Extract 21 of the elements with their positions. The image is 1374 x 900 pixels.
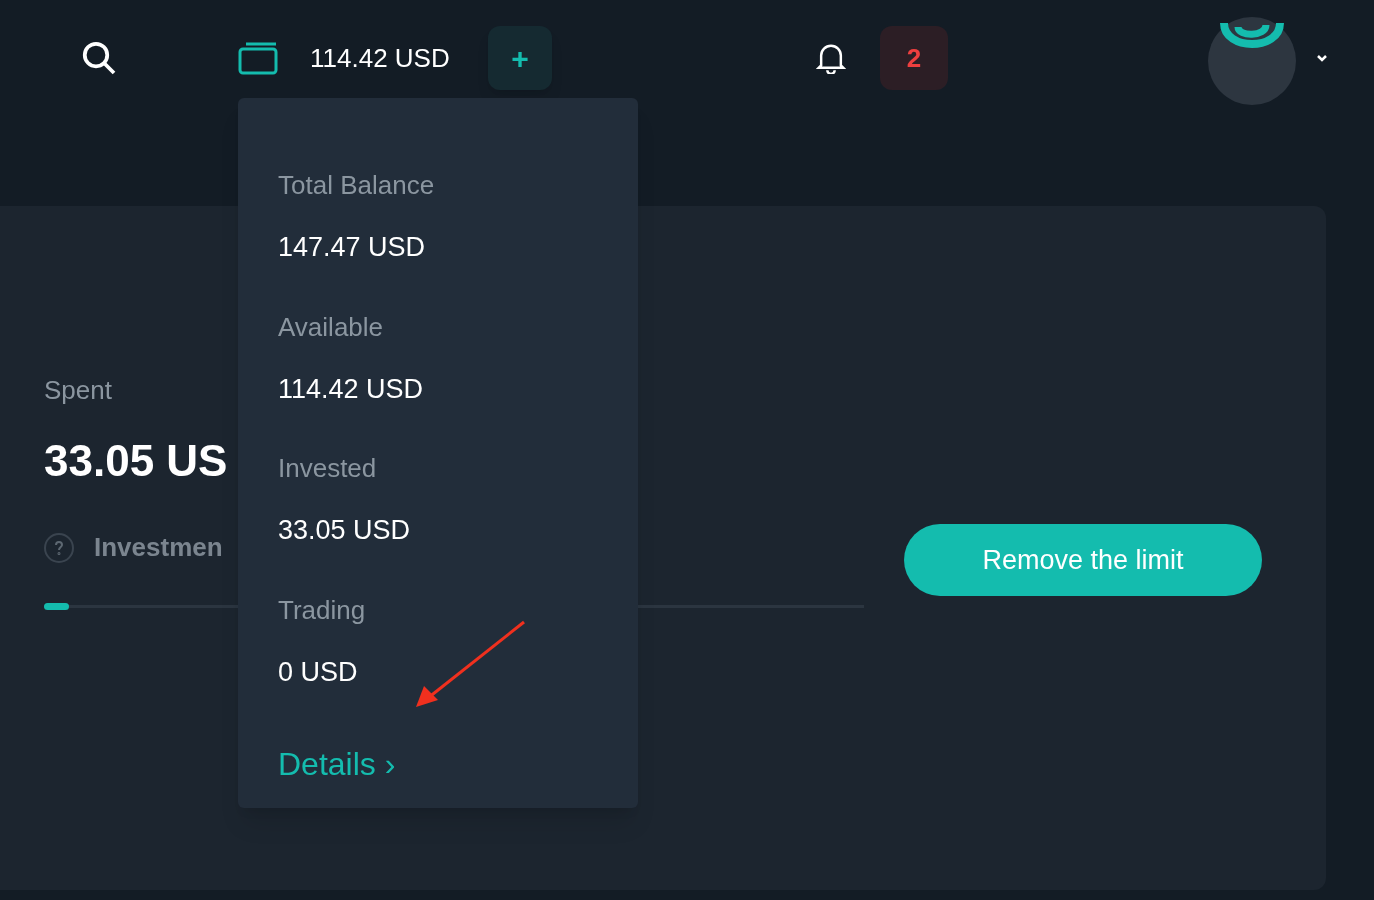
- balance-value: 147.47 USD: [278, 231, 426, 264]
- balance-value: 114.42 USD: [278, 372, 424, 406]
- wallet-icon[interactable]: [238, 40, 278, 76]
- investment-limit-label: Investmen: [94, 531, 223, 564]
- balance-label: Available: [278, 310, 384, 344]
- search-icon[interactable]: [81, 40, 117, 76]
- balance-label: Trading: [278, 593, 366, 627]
- avatar-logo-icon[interactable]: [1208, 17, 1296, 105]
- chevron-down-icon[interactable]: [1316, 53, 1328, 63]
- balance-label: Total Balance: [278, 169, 435, 202]
- details-link[interactable]: Details ›: [278, 740, 396, 788]
- balance-amount[interactable]: 114.42 USD: [310, 38, 460, 78]
- spent-amount: 33.05 US: [44, 435, 229, 487]
- spent-label: Spent: [44, 374, 112, 407]
- help-icon[interactable]: [44, 532, 74, 563]
- notification-count[interactable]: 2: [880, 26, 948, 90]
- balance-label: Invested: [278, 452, 377, 485]
- bell-icon[interactable]: [816, 42, 846, 74]
- balance-value: 0 USD: [278, 655, 358, 689]
- add-funds-button[interactable]: +: [488, 26, 552, 90]
- balance-value: 33.05 USD: [278, 514, 411, 547]
